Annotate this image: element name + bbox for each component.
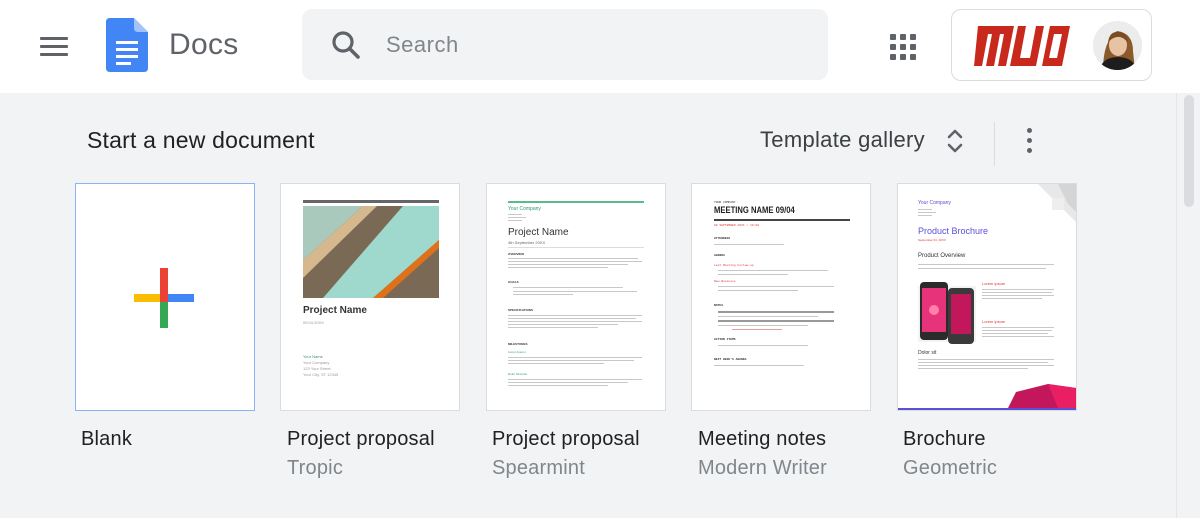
preview-section: GOALS — [508, 280, 519, 284]
preview-date: 09 SEPTEMBER 20XX / 10:00 — [714, 224, 760, 227]
phone-image — [918, 282, 976, 344]
template-subtitle: Tropic — [287, 457, 344, 479]
preview-section: OVERVIEW — [508, 252, 525, 256]
scrollbar-thumb[interactable] — [1184, 95, 1194, 207]
search-input[interactable] — [386, 27, 806, 63]
preview-heading: MEETING NAME 09/04 — [714, 205, 795, 215]
muo-brand-logo — [974, 26, 1070, 66]
avatar[interactable] — [1093, 21, 1142, 70]
template-subtitle: Spearmint — [492, 457, 585, 479]
preview-company: YOUR COMPANY — [714, 201, 736, 204]
unfold-more-icon — [947, 129, 963, 153]
preview-line: Your Company — [303, 360, 330, 365]
template-title: Project proposal — [287, 428, 435, 450]
preview-section: Dolor Sit Amet — [508, 372, 528, 376]
tropic-graphic — [303, 200, 439, 298]
preview-section: MILESTONES — [508, 342, 528, 346]
menu-icon-line — [40, 52, 68, 56]
template-card-blank[interactable] — [75, 183, 255, 411]
preview-heading: Project Name — [303, 305, 367, 316]
preview-section: Lorem ipsum — [982, 319, 1006, 324]
preview-date: 4th September 20XX — [508, 240, 546, 245]
template-title: Project proposal — [492, 428, 640, 450]
template-card-project-proposal-spearmint[interactable]: Your Company Project Name 4th September … — [486, 183, 666, 411]
preview-date: 09.04.20XX — [303, 320, 324, 325]
scrollbar[interactable] — [1176, 93, 1200, 518]
template-gallery-label: Template gallery — [760, 127, 925, 152]
preview-section: NEXT WEEK'S AGENDA — [714, 358, 747, 361]
search-icon[interactable] — [330, 29, 362, 61]
account-switcher[interactable] — [951, 9, 1152, 81]
section-title: Start a new document — [87, 127, 315, 153]
menu-icon-line — [40, 36, 68, 40]
template-title: Meeting notes — [698, 428, 827, 450]
preview-section: New Business — [714, 280, 736, 283]
google-apps-button[interactable] — [880, 24, 926, 70]
template-card-meeting-notes[interactable]: YOUR COMPANY MEETING NAME 09/04 09 SEPTE… — [691, 183, 871, 411]
more-options-button[interactable] — [1012, 118, 1046, 162]
preview-section: Lorem ipsum — [982, 281, 1006, 286]
preview-section: AGENDA — [714, 254, 725, 257]
geometric-footer-graphic — [898, 384, 1076, 410]
template-subtitle: Geometric — [903, 457, 998, 479]
preview-date: September 04, 20XX — [918, 238, 946, 242]
template-card-brochure[interactable]: Your Company Product Brochure September … — [897, 183, 1077, 411]
template-title: Blank — [81, 428, 133, 450]
preview-section: ATTENDEES — [714, 237, 731, 240]
preview-line: Your City, ST 12345 — [303, 372, 339, 377]
search-bar[interactable] — [302, 9, 828, 80]
preview-section: NOTES — [714, 304, 724, 307]
menu-icon-line — [40, 44, 68, 48]
main-menu-button[interactable] — [30, 24, 78, 68]
top-bar: Docs — [0, 0, 1200, 93]
preview-section: Product Overview — [918, 253, 966, 259]
apps-grid-icon — [890, 34, 896, 40]
plus-icon — [134, 268, 194, 328]
preview-company: Your Company — [508, 206, 541, 212]
toolbar-divider — [994, 122, 995, 166]
template-card-project-proposal-tropic[interactable]: Project Name 09.04.20XX Your Name Your C… — [280, 183, 460, 411]
geometric-corner-graphic — [1038, 184, 1076, 222]
more-vert-icon — [1026, 127, 1032, 133]
preview-section: Dolor sit — [918, 350, 937, 356]
template-title: Brochure — [903, 428, 986, 450]
preview-section: SPECIFICATIONS — [508, 308, 533, 312]
preview-line: Your Name — [303, 354, 323, 359]
preview-company: Your Company — [918, 200, 951, 206]
preview-section: Lorem Ipsum — [508, 350, 526, 354]
preview-section: Last Meeting Follow-up — [714, 264, 754, 267]
app-name[interactable]: Docs — [169, 28, 239, 62]
preview-line: 123 Your Street — [303, 366, 331, 371]
template-subtitle: Modern Writer — [698, 457, 827, 479]
docs-logo-icon[interactable] — [106, 18, 148, 72]
preview-heading: Project Name — [508, 227, 569, 238]
preview-section: ACTION ITEMS — [714, 338, 736, 341]
preview-heading: Product Brochure — [918, 226, 989, 236]
accent-line — [508, 201, 644, 203]
template-gallery-button[interactable]: Template gallery — [748, 116, 980, 166]
